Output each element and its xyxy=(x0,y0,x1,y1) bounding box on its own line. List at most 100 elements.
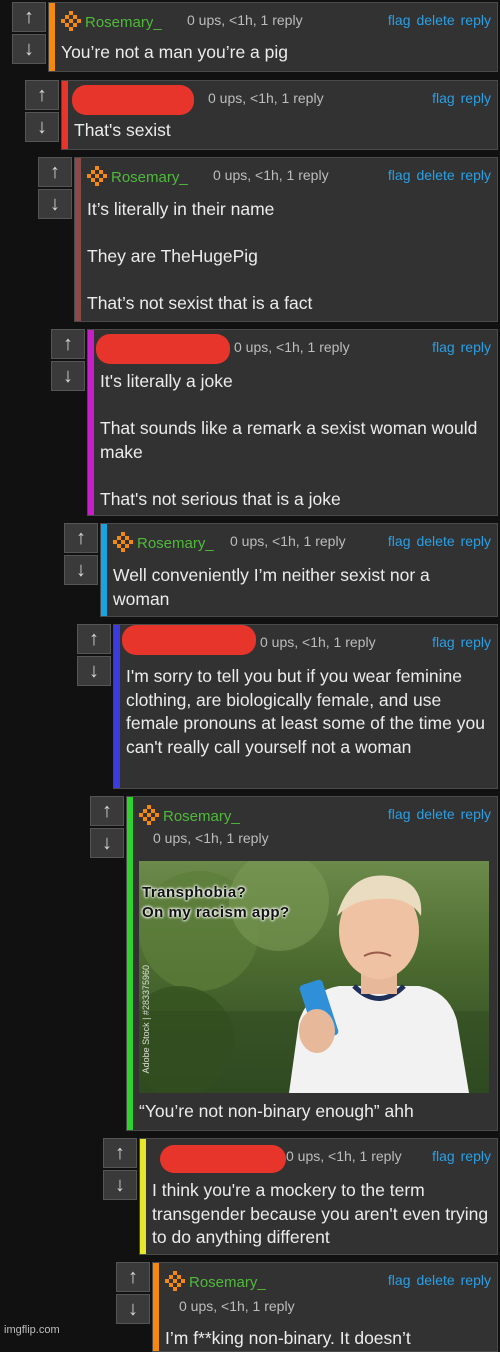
comment-actions: flag reply xyxy=(426,339,491,355)
comment-body: “You’re not non-binary enough” ahh xyxy=(139,1100,491,1124)
comment-panel: Rosemary_ 0 ups, <1h, 1 reply flag delete… xyxy=(100,523,498,617)
username-text[interactable]: Rosemary_ xyxy=(189,1274,266,1291)
username[interactable]: Rosemary_ xyxy=(113,532,214,552)
arrow-down-icon[interactable]: ↓ xyxy=(64,555,98,585)
comment-meta: 0 ups, <1h, 1 reply xyxy=(187,12,303,28)
comment-1: ↑ ↓ Rosemary_ 0 ups, <1h, 1 reply flag de… xyxy=(12,2,498,72)
vote-buttons: ↑ ↓ xyxy=(116,1262,150,1326)
arrow-up-icon[interactable]: ↑ xyxy=(64,523,98,553)
arrow-down-icon[interactable]: ↓ xyxy=(51,361,85,391)
flag-link[interactable]: flag xyxy=(388,806,411,822)
username[interactable]: Rosemary_ xyxy=(139,805,240,825)
comment-body: Well conveniently I’m neither sexist nor… xyxy=(113,564,491,611)
thread-depth-bar xyxy=(127,797,133,1130)
username-text[interactable]: Rosemary_ xyxy=(85,14,162,31)
username[interactable]: Rosemary_ xyxy=(87,166,188,186)
avatar-icon xyxy=(113,532,133,552)
reply-link[interactable]: reply xyxy=(461,339,491,355)
vote-buttons: ↑ ↓ xyxy=(38,157,72,221)
reply-link[interactable]: reply xyxy=(461,634,491,650)
avatar-icon xyxy=(61,11,81,31)
arrow-down-icon[interactable]: ↓ xyxy=(116,1294,150,1324)
delete-link[interactable]: delete xyxy=(416,1272,454,1288)
delete-link[interactable]: delete xyxy=(416,533,454,549)
vote-buttons: ↑ ↓ xyxy=(90,796,124,860)
comment-panel: 0 ups, <1h, 1 reply flag reply I'm sorry … xyxy=(113,624,498,789)
comment-body: You’re not a man you’re a pig xyxy=(61,41,491,65)
vote-buttons: ↑ ↓ xyxy=(51,329,85,393)
comment-meta: 0 ups, <1h, 1 reply xyxy=(153,830,269,846)
comment-body: It’s literally in their name They are Th… xyxy=(87,198,491,316)
flag-link[interactable]: flag xyxy=(388,12,411,28)
delete-link[interactable]: delete xyxy=(416,167,454,183)
reply-link[interactable]: reply xyxy=(461,1272,491,1288)
comment-8: ↑ ↓ 0 ups, <1h, 1 reply flag reply I thin… xyxy=(103,1138,498,1255)
flag-link[interactable]: flag xyxy=(432,634,455,650)
arrow-up-icon[interactable]: ↑ xyxy=(25,80,59,110)
comment-text: Well conveniently I’m neither sexist nor… xyxy=(113,565,430,609)
comment-body: I'm sorry to tell you but if you wear fe… xyxy=(126,665,491,759)
reply-link[interactable]: reply xyxy=(461,12,491,28)
comment-meta: 0 ups, <1h, 1 reply xyxy=(208,90,324,106)
flag-link[interactable]: flag xyxy=(432,1148,455,1164)
comment-panel: 0 ups, <1h, 1 reply flag reply That's sex… xyxy=(61,80,498,150)
reply-link[interactable]: reply xyxy=(461,533,491,549)
comment-panel: 0 ups, <1h, 1 reply flag reply It's liter… xyxy=(87,329,498,516)
reply-link[interactable]: reply xyxy=(461,90,491,106)
comment-text: You’re not a man you’re a pig xyxy=(61,42,289,62)
vote-buttons: ↑ ↓ xyxy=(12,2,46,66)
image-watermark: Adobe Stock | #283375960 xyxy=(141,965,151,1073)
flag-link[interactable]: flag xyxy=(432,90,455,106)
flag-link[interactable]: flag xyxy=(388,167,411,183)
comment-panel: 0 ups, <1h, 1 reply flag reply I think yo… xyxy=(139,1138,498,1255)
meme-image[interactable]: Transphobia? On my racism app? Adobe Sto… xyxy=(139,861,489,1093)
arrow-down-icon[interactable]: ↓ xyxy=(77,656,111,686)
comment-actions: flag delete reply xyxy=(382,12,491,28)
delete-link[interactable]: delete xyxy=(416,12,454,28)
thread-depth-bar xyxy=(114,625,120,788)
username-text[interactable]: Rosemary_ xyxy=(137,535,214,552)
reply-link[interactable]: reply xyxy=(461,1148,491,1164)
flag-link[interactable]: flag xyxy=(432,339,455,355)
comment-meta: 0 ups, <1h, 1 reply xyxy=(179,1298,295,1314)
comment-panel: Rosemary_ 0 ups, <1h, 1 reply flag delete… xyxy=(48,2,498,72)
arrow-up-icon[interactable]: ↑ xyxy=(51,329,85,359)
comment-text: I think you're a mockery to the term tra… xyxy=(152,1180,489,1247)
meme-caption-text: Transphobia? On my racism app? xyxy=(142,884,290,921)
arrow-up-icon[interactable]: ↑ xyxy=(103,1138,137,1168)
arrow-up-icon[interactable]: ↑ xyxy=(77,624,111,654)
comment-text: That sounds like a remark a sexist woman… xyxy=(100,418,478,462)
arrow-down-icon[interactable]: ↓ xyxy=(12,34,46,64)
arrow-up-icon[interactable]: ↑ xyxy=(12,2,46,32)
comment-actions: flag reply xyxy=(426,634,491,650)
comment-panel: Rosemary_ 0 ups, <1h, 1 reply flag delete… xyxy=(74,157,498,322)
watermark-text: Adobe Stock | #283375960 xyxy=(141,964,151,1073)
thread-depth-bar xyxy=(140,1139,146,1254)
reply-link[interactable]: reply xyxy=(461,167,491,183)
username-text[interactable]: Rosemary_ xyxy=(163,808,240,825)
flag-link[interactable]: flag xyxy=(388,533,411,549)
comment-body: That's sexist xyxy=(74,119,491,143)
arrow-down-icon[interactable]: ↓ xyxy=(38,189,72,219)
comment-text: “You’re not non-binary enough” ahh xyxy=(139,1101,414,1121)
arrow-up-icon[interactable]: ↑ xyxy=(116,1262,150,1292)
thread-depth-bar xyxy=(49,3,55,71)
comment-meta: 0 ups, <1h, 1 reply xyxy=(260,634,376,650)
comment-text: That's not serious that is a joke xyxy=(100,488,341,509)
vote-buttons: ↑ ↓ xyxy=(64,523,98,587)
arrow-up-icon[interactable]: ↑ xyxy=(38,157,72,187)
comment-actions: flag delete reply xyxy=(382,167,491,183)
arrow-up-icon[interactable]: ↑ xyxy=(90,796,124,826)
username[interactable]: Rosemary_ xyxy=(165,1271,266,1291)
arrow-down-icon[interactable]: ↓ xyxy=(103,1170,137,1200)
username[interactable]: Rosemary_ xyxy=(61,11,162,31)
delete-link[interactable]: delete xyxy=(416,806,454,822)
flag-link[interactable]: flag xyxy=(388,1272,411,1288)
arrow-down-icon[interactable]: ↓ xyxy=(90,828,124,858)
username-text[interactable]: Rosemary_ xyxy=(111,169,188,186)
imgflip-watermark: imgflip.com xyxy=(4,1324,60,1336)
thread-depth-bar xyxy=(153,1263,159,1351)
reply-link[interactable]: reply xyxy=(461,806,491,822)
comment-actions: flag reply xyxy=(426,90,491,106)
arrow-down-icon[interactable]: ↓ xyxy=(25,112,59,142)
